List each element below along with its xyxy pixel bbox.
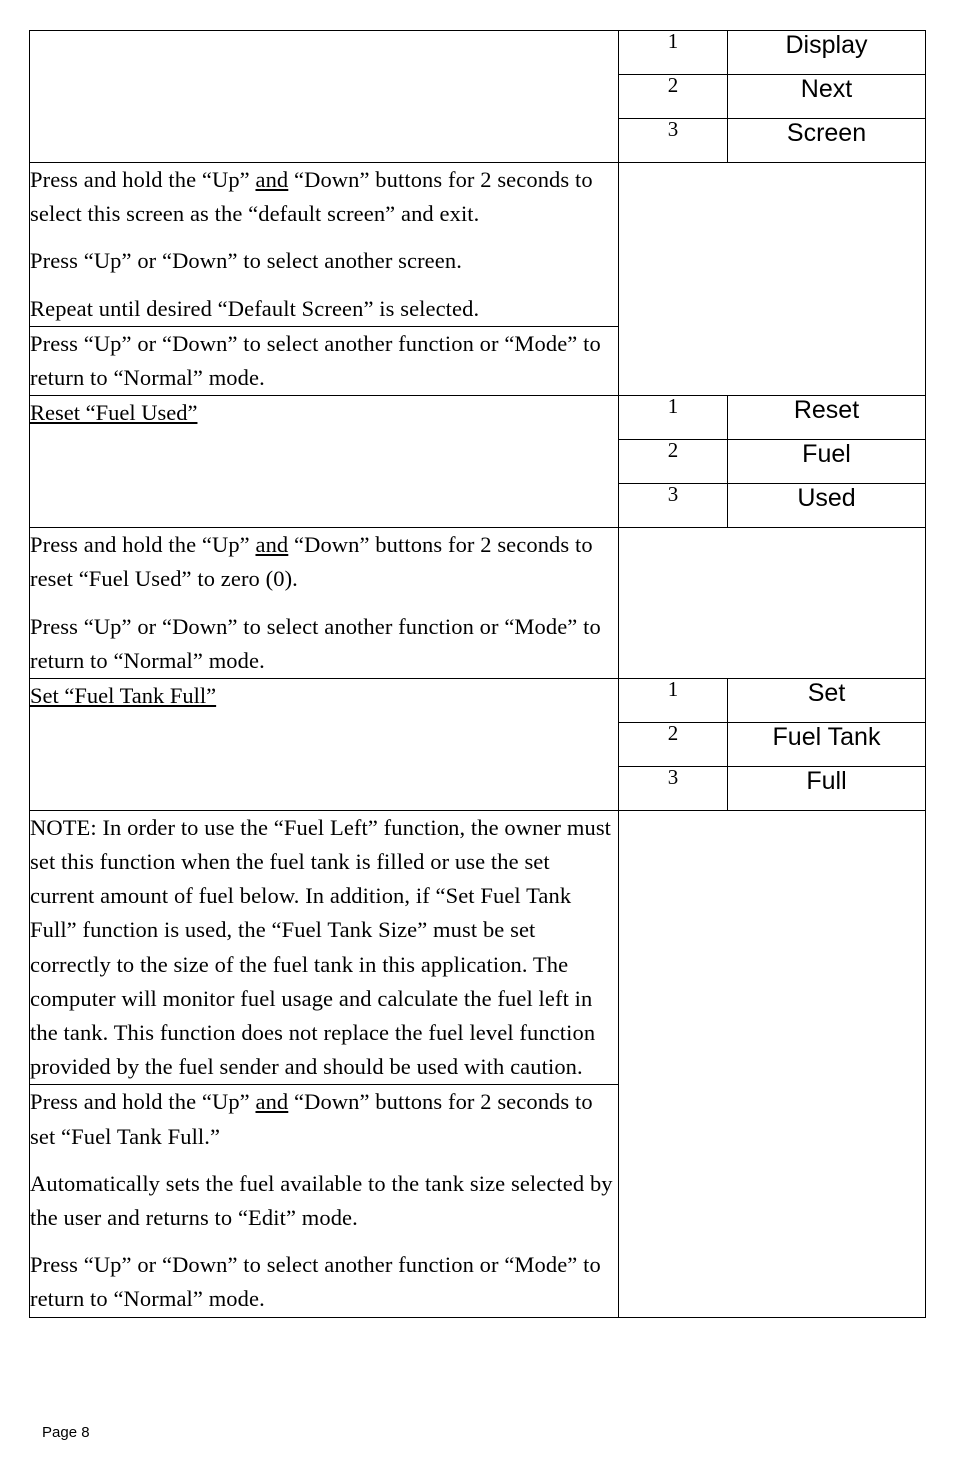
section-title-label: Reset “Fuel Used” xyxy=(30,400,198,426)
instruction-paragraph: Press and hold the “Up” and “Down” butto… xyxy=(30,528,618,596)
step-number-cell: 3 xyxy=(618,118,728,163)
paragraph-text: Repeat until desired “Default Screen” is… xyxy=(30,295,480,321)
instruction-text-cell: Press “Up” or “Down” to select another f… xyxy=(29,325,619,397)
step-label-cell: Fuel xyxy=(727,439,926,485)
instruction-paragraph: NOTE: In order to use the “Fuel Left” fu… xyxy=(30,811,618,1085)
step-label-cell: Set xyxy=(727,677,926,723)
shaded-filler-cell xyxy=(618,527,926,679)
document-page: 1 Display 2 Next 3 Screen Press and hold… xyxy=(0,0,954,1475)
step-number-cell: 2 xyxy=(618,74,728,119)
step-number-cell: 1 xyxy=(618,395,728,441)
paragraph-text: Press “Up” or “Down” to select another f… xyxy=(30,613,601,673)
paragraph-text: Press and hold the “Up” xyxy=(30,532,256,558)
instruction-paragraph: Press “Up” or “Down” to select another f… xyxy=(30,1248,618,1316)
step-number-cell: 2 xyxy=(618,721,728,767)
section-title-label: Set “Fuel Tank Full” xyxy=(30,682,217,708)
step-number-cell: 2 xyxy=(618,439,728,485)
table-row: Press and hold the “Up” and “Down” butto… xyxy=(29,527,926,679)
step-label-cell: Used xyxy=(727,483,926,529)
step-label-cell: Display xyxy=(727,30,926,75)
table-row: NOTE: In order to use the “Fuel Left” fu… xyxy=(29,809,926,1318)
instruction-paragraph: Press “Up” or “Down” to select another s… xyxy=(30,244,618,278)
instruction-note-cell: NOTE: In order to use the “Fuel Left” fu… xyxy=(29,809,619,1086)
shaded-filler-cell xyxy=(618,161,926,397)
instruction-table-body: 1 Display 2 Next 3 Screen Press and hold… xyxy=(29,30,926,1318)
instruction-paragraph: Repeat until desired “Default Screen” is… xyxy=(30,292,618,326)
paragraph-text: Automatically sets the fuel available to… xyxy=(30,1170,613,1230)
step-label-cell: Full xyxy=(727,765,926,811)
paragraph-text: NOTE: In order to use the “Fuel Left” fu… xyxy=(30,814,612,1080)
emphasis-underlined-text: and xyxy=(255,532,289,558)
section-title-cell-set-fuel-tank-full: Set “Fuel Tank Full” xyxy=(29,677,619,811)
paragraph-text: Press and hold the “Up” xyxy=(30,167,256,192)
instruction-paragraph: Automatically sets the fuel available to… xyxy=(30,1167,618,1235)
paragraph-text: Press “Up” or “Down” to select another s… xyxy=(30,248,462,274)
table-row: Set “Fuel Tank Full” 1 Set xyxy=(29,677,926,811)
step-number-cell: 3 xyxy=(618,483,728,529)
instruction-text-cell: Press and hold the “Up” and “Down” butto… xyxy=(29,1084,619,1318)
step-label-cell: Next xyxy=(727,74,926,119)
instruction-paragraph: Press and hold the “Up” and “Down” butto… xyxy=(30,1085,618,1153)
paragraph-text: Press “Up” or “Down” to select another f… xyxy=(30,330,601,390)
page-number-footer: Page 8 xyxy=(42,1424,90,1441)
step-number-cell: 1 xyxy=(618,677,728,723)
section-title-cell-reset-fuel-used: Reset “Fuel Used” xyxy=(29,395,619,529)
paragraph-text: Press and hold the “Up” xyxy=(30,1089,256,1115)
instruction-paragraph: Press and hold the “Up” and “Down” butto… xyxy=(30,163,618,231)
shaded-filler-cell xyxy=(618,809,926,1318)
emphasis-underlined-text: and xyxy=(255,167,289,192)
instruction-text-cell: Press and hold the “Up” and “Down” butto… xyxy=(29,527,619,679)
step-label-cell: Screen xyxy=(727,118,926,163)
instruction-paragraph: Press “Up” or “Down” to select another f… xyxy=(30,610,618,678)
instruction-table: 1 Display 2 Next 3 Screen Press and hold… xyxy=(29,30,926,1318)
table-row: Press and hold the “Up” and “Down” butto… xyxy=(29,161,926,397)
instruction-text-cell: Press and hold the “Up” and “Down” butto… xyxy=(29,162,619,327)
emphasis-underlined-text: and xyxy=(255,1089,289,1115)
step-label-cell: Fuel Tank xyxy=(727,721,926,767)
instruction-paragraph: Press “Up” or “Down” to select another f… xyxy=(30,327,618,395)
paragraph-text: Press “Up” or “Down” to select another f… xyxy=(30,1252,601,1312)
step-number-cell: 1 xyxy=(618,30,728,75)
step-number-cell: 3 xyxy=(618,765,728,811)
section-title-cell-display-next-screen xyxy=(29,30,619,163)
step-label-cell: Reset xyxy=(727,395,926,441)
table-row: Reset “Fuel Used” 1 Reset xyxy=(29,395,926,529)
table-row: 1 Display xyxy=(29,30,926,163)
